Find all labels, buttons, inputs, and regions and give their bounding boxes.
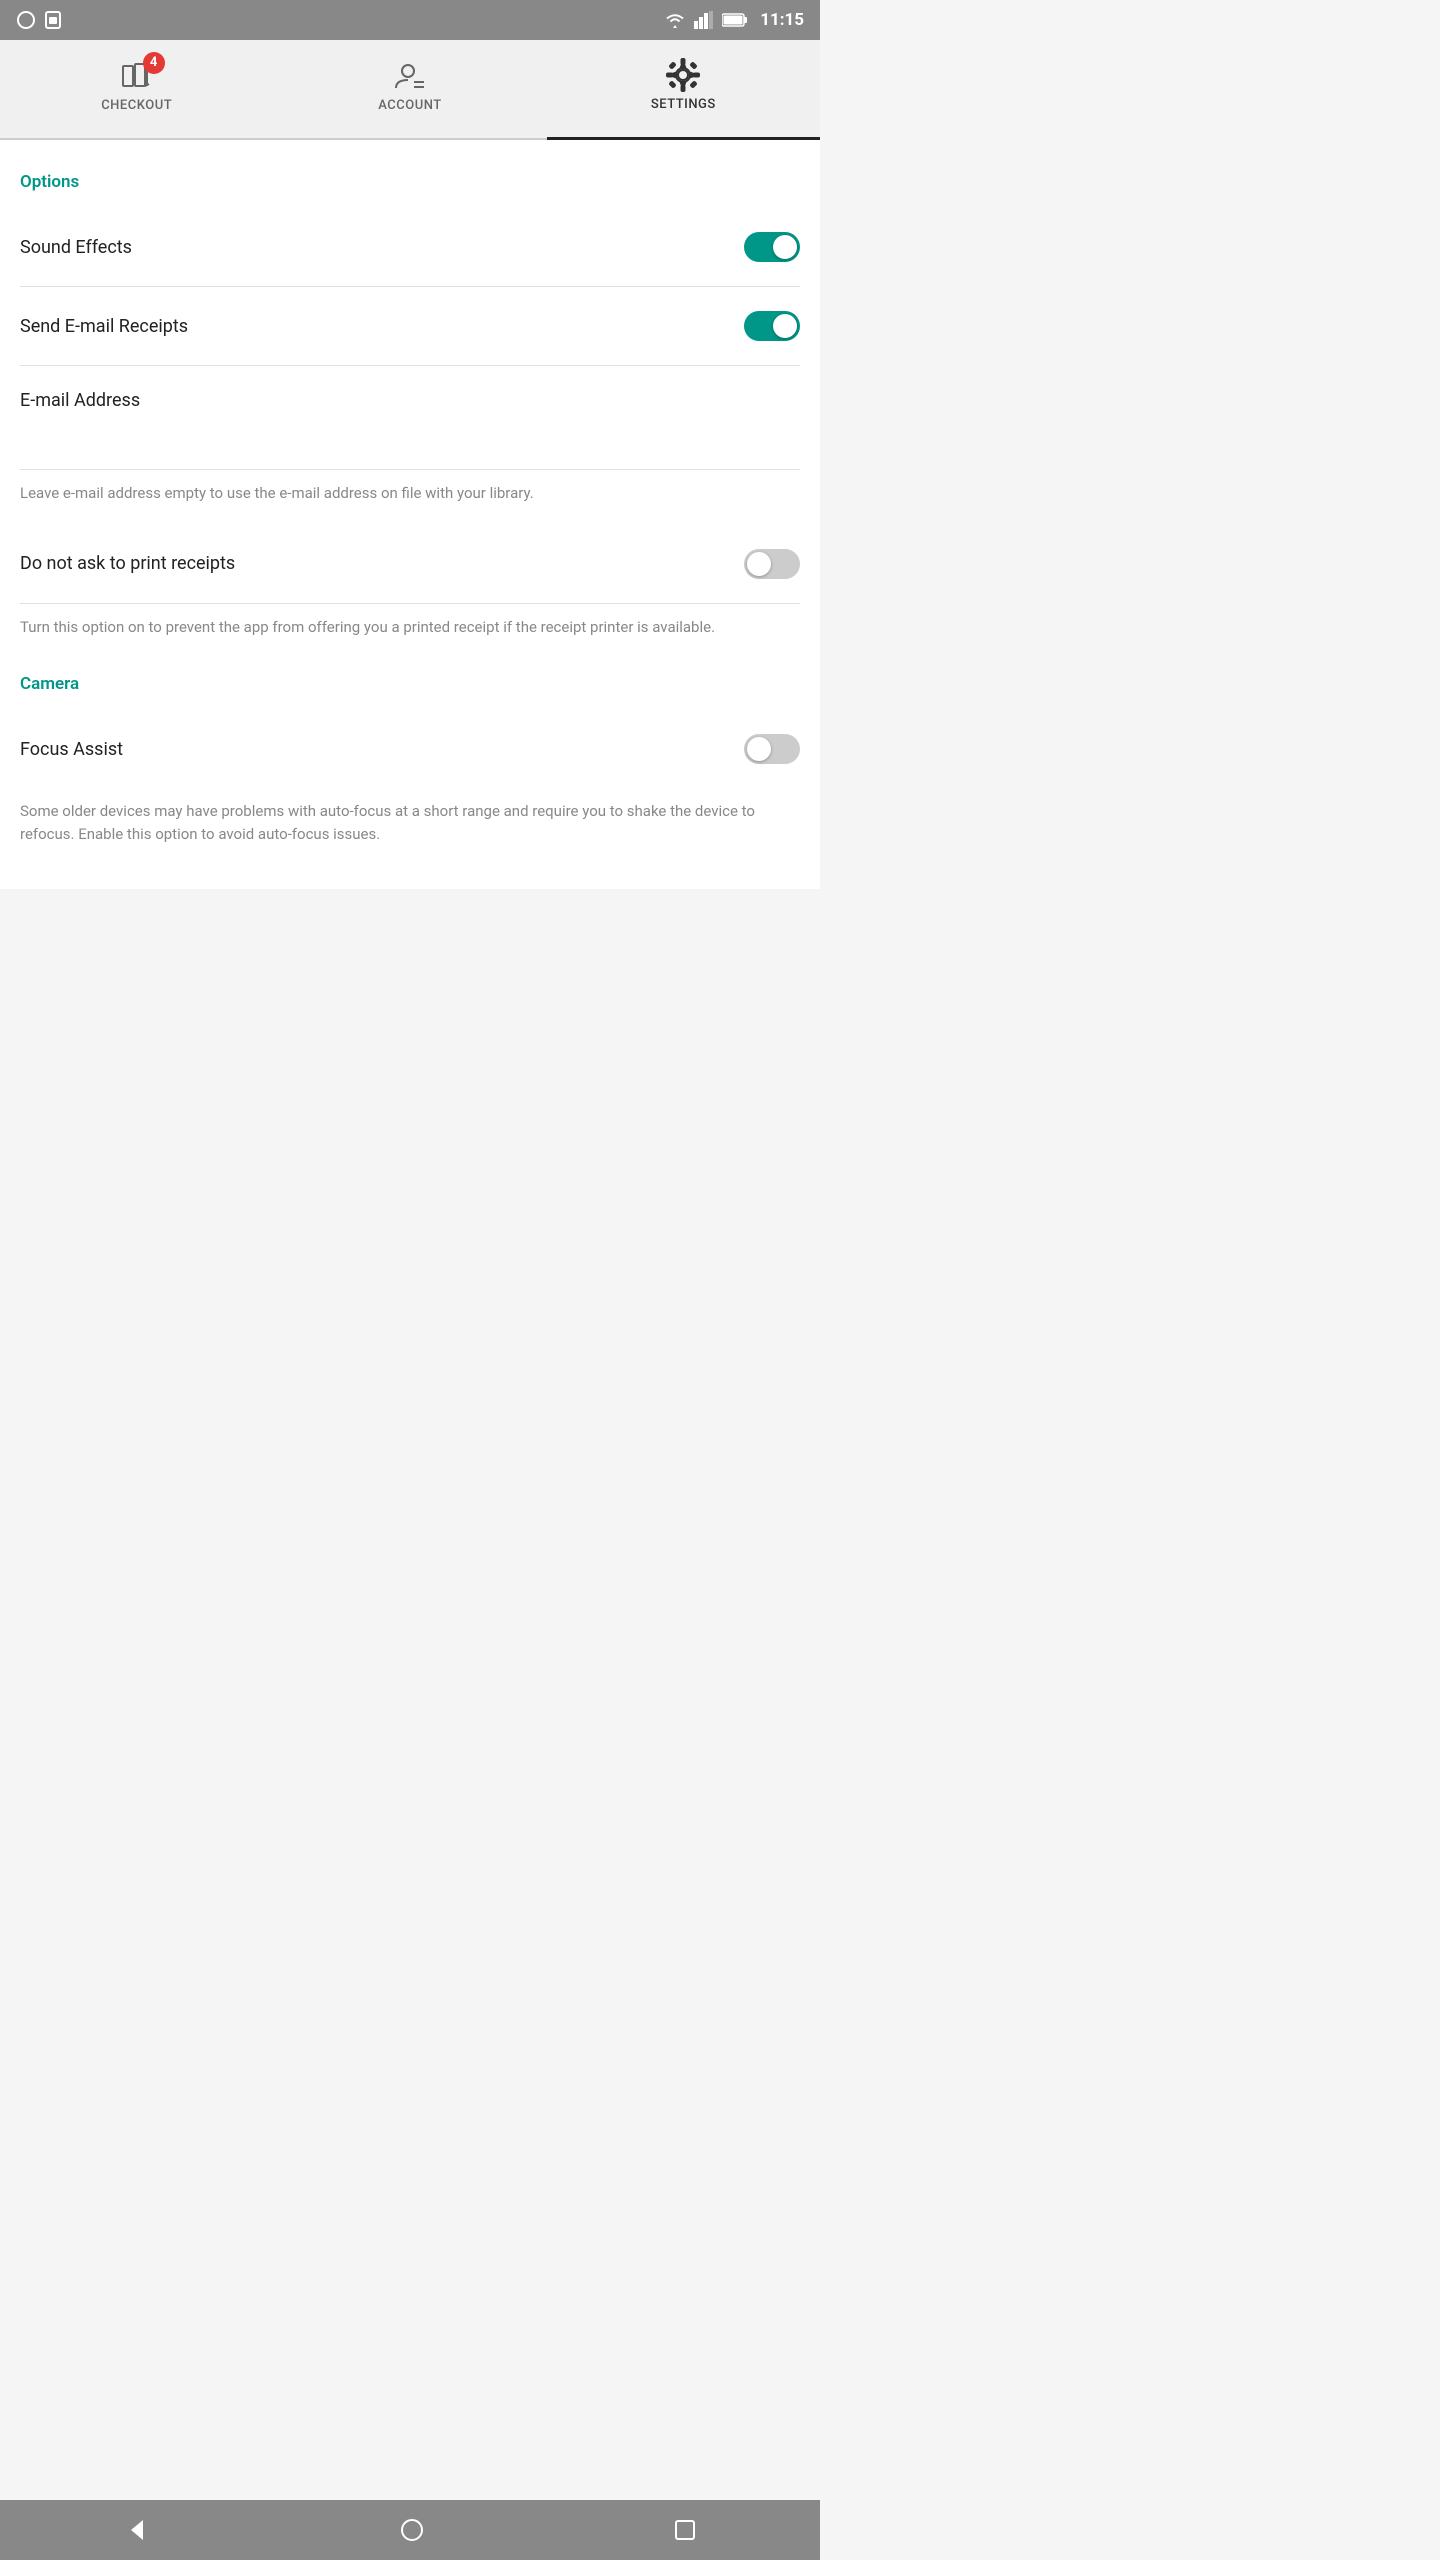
battery-icon (722, 13, 748, 27)
do-not-print-toggle[interactable] (744, 549, 800, 579)
recent-apps-icon (673, 2518, 697, 2542)
home-icon (398, 2516, 426, 2544)
tab-account[interactable]: ACCOUNT (273, 40, 546, 138)
account-icon-container (392, 58, 428, 94)
sim-icon (44, 10, 62, 30)
email-address-section: E-mail Address (20, 366, 800, 419)
tab-settings-label: SETTINGS (651, 97, 716, 112)
checkout-badge: 4 (143, 52, 165, 74)
tab-account-label: ACCOUNT (378, 98, 441, 113)
focus-assist-knob (747, 737, 771, 761)
options-section-header: Options (20, 172, 800, 192)
do-not-print-knob (747, 552, 771, 576)
signal-bars-icon (694, 11, 714, 29)
focus-assist-toggle[interactable] (744, 734, 800, 764)
settings-icon (665, 57, 701, 93)
account-icon (392, 58, 428, 94)
tab-settings[interactable]: SETTINGS (547, 40, 820, 140)
back-button[interactable] (123, 2516, 151, 2544)
sound-effects-label: Sound Effects (20, 237, 132, 258)
settings-content: Options Sound Effects Send E-mail Receip… (0, 140, 820, 889)
home-button[interactable] (398, 2516, 426, 2544)
focus-assist-label: Focus Assist (20, 739, 123, 760)
email-address-input[interactable] (20, 427, 800, 453)
send-email-receipts-knob (773, 314, 797, 338)
signal-icon (16, 10, 36, 30)
status-left-icons (16, 10, 62, 30)
status-bar: 11:15 (0, 0, 820, 40)
tab-checkout[interactable]: 4 CHECKOUT (0, 40, 273, 138)
checkout-icon-container: 4 (119, 58, 155, 94)
tab-checkout-label: CHECKOUT (101, 98, 172, 113)
recent-apps-button[interactable] (673, 2518, 697, 2542)
wifi-icon (664, 11, 686, 29)
sound-effects-row: Sound Effects (20, 208, 800, 287)
send-email-receipts-label: Send E-mail Receipts (20, 316, 188, 337)
camera-section-header: Camera (20, 674, 800, 694)
settings-icon-container (665, 57, 701, 93)
email-input-area (20, 419, 800, 470)
do-not-print-description: Turn this option on to prevent the app f… (20, 604, 800, 659)
email-address-label: E-mail Address (20, 390, 140, 411)
bottom-nav (0, 2500, 820, 2560)
status-time: 11:15 (760, 10, 804, 30)
focus-assist-row: Focus Assist (20, 710, 800, 788)
back-icon (123, 2516, 151, 2544)
sound-effects-toggle[interactable] (744, 232, 800, 262)
focus-assist-description: Some older devices may have problems wit… (20, 788, 800, 865)
nav-bar: 4 CHECKOUT ACCOUNT (0, 40, 820, 140)
email-helper-text: Leave e-mail address empty to use the e-… (20, 470, 800, 525)
do-not-print-label: Do not ask to print receipts (20, 553, 235, 574)
sound-effects-knob (773, 235, 797, 259)
status-right-icons: 11:15 (664, 10, 804, 30)
send-email-receipts-toggle[interactable] (744, 311, 800, 341)
send-email-receipts-row: Send E-mail Receipts (20, 287, 800, 366)
do-not-print-row: Do not ask to print receipts (20, 525, 800, 604)
